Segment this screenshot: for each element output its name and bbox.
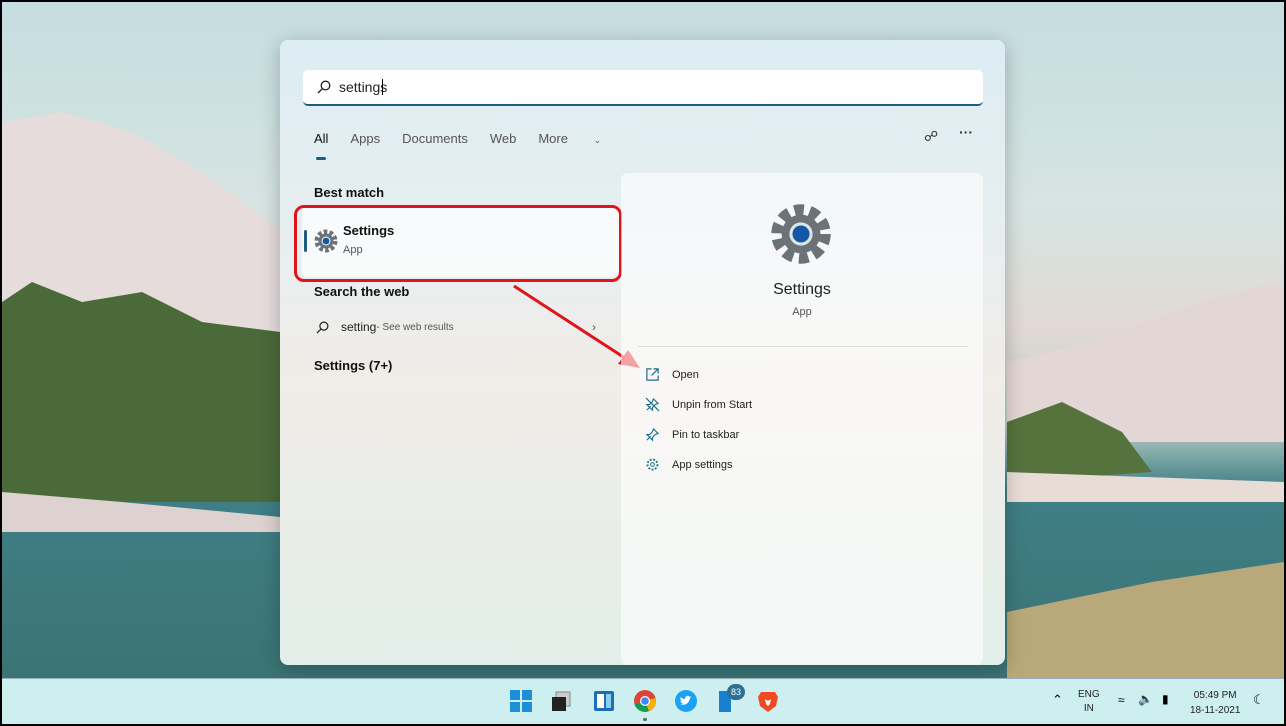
more-results-header[interactable]: Settings (7+)	[314, 358, 392, 373]
start-search-panel: settings All Apps Documents Web More ⌄ ☍…	[280, 40, 1005, 665]
action-label: App settings	[672, 458, 733, 471]
search-icon	[317, 80, 331, 94]
time-text: 05:49 PM	[1193, 690, 1237, 701]
running-indicator	[643, 718, 647, 721]
web-suffix: - See web results	[376, 321, 454, 333]
action-pin-taskbar[interactable]: Pin to taskbar	[645, 427, 739, 442]
gear-icon	[646, 458, 659, 471]
twitter-icon[interactable]	[674, 689, 698, 713]
wifi-icon[interactable]: ≈	[1118, 693, 1125, 707]
tab-more[interactable]: More ⌄	[538, 131, 623, 146]
tab-all[interactable]: All	[314, 131, 328, 160]
tab-web[interactable]: Web	[490, 131, 517, 146]
switch-account-icon[interactable]: ☍	[924, 128, 938, 145]
task-view-icon[interactable]	[549, 689, 573, 713]
web-query: setting	[341, 320, 377, 334]
focus-assist-moon-icon[interactable]: ☾	[1253, 692, 1265, 708]
settings-gear-large-icon	[771, 204, 831, 264]
language-indicator[interactable]: ENG IN	[1078, 688, 1100, 716]
tab-documents[interactable]: Documents	[402, 131, 468, 146]
search-web-header: Search the web	[314, 284, 410, 299]
chevron-down-icon: ⌄	[593, 135, 602, 145]
open-external-icon	[646, 368, 659, 381]
chrome-icon[interactable]	[633, 689, 657, 713]
date-text: 18-11-2021	[1190, 705, 1241, 716]
taskbar: 83 ⌃ ENG IN ≈ 🔈 ▮ 05:49 PM 18-11-2021 ☾	[2, 678, 1284, 724]
search-input[interactable]: settings	[303, 70, 983, 106]
battery-icon[interactable]: ▮	[1162, 692, 1169, 706]
detail-subtitle: App	[792, 306, 812, 318]
action-app-settings[interactable]: App settings	[645, 457, 733, 472]
action-label: Open	[672, 368, 699, 381]
search-icon	[316, 321, 329, 333]
action-unpin-start[interactable]: Unpin from Start	[645, 397, 752, 412]
clock[interactable]: 05:49 PM 18-11-2021	[1190, 688, 1240, 718]
action-open[interactable]: Open	[645, 367, 699, 382]
chevron-right-icon: ›	[592, 320, 596, 334]
search-text: settings	[339, 79, 388, 95]
lang-line1: ENG	[1078, 689, 1100, 700]
windows-start-icon[interactable]	[509, 689, 533, 713]
action-label: Unpin from Start	[672, 398, 753, 411]
web-result-item[interactable]: setting - See web results ›	[316, 320, 596, 334]
detail-pane: Settings App Open Unpin from Start Pin t…	[621, 173, 983, 665]
unpin-icon	[645, 397, 660, 412]
best-match-header: Best match	[314, 185, 385, 200]
tab-more-label: More	[538, 131, 568, 146]
pin-icon	[645, 427, 660, 442]
action-label: Pin to taskbar	[672, 428, 740, 441]
brave-browser-icon[interactable]	[756, 689, 780, 713]
chevron-up-icon[interactable]: ⌃	[1052, 692, 1063, 708]
divider	[638, 346, 968, 347]
more-options-icon[interactable]: ···	[959, 124, 973, 140]
lang-line2: IN	[1083, 703, 1094, 714]
tab-apps[interactable]: Apps	[350, 131, 380, 146]
detail-title: Settings	[773, 281, 831, 298]
widgets-icon[interactable]	[592, 689, 616, 713]
filter-tabs: All Apps Documents Web More ⌄	[314, 131, 645, 160]
volume-icon[interactable]: 🔈	[1138, 692, 1153, 706]
annotation-highlight-box	[294, 205, 622, 282]
notification-badge: 83	[727, 684, 745, 700]
